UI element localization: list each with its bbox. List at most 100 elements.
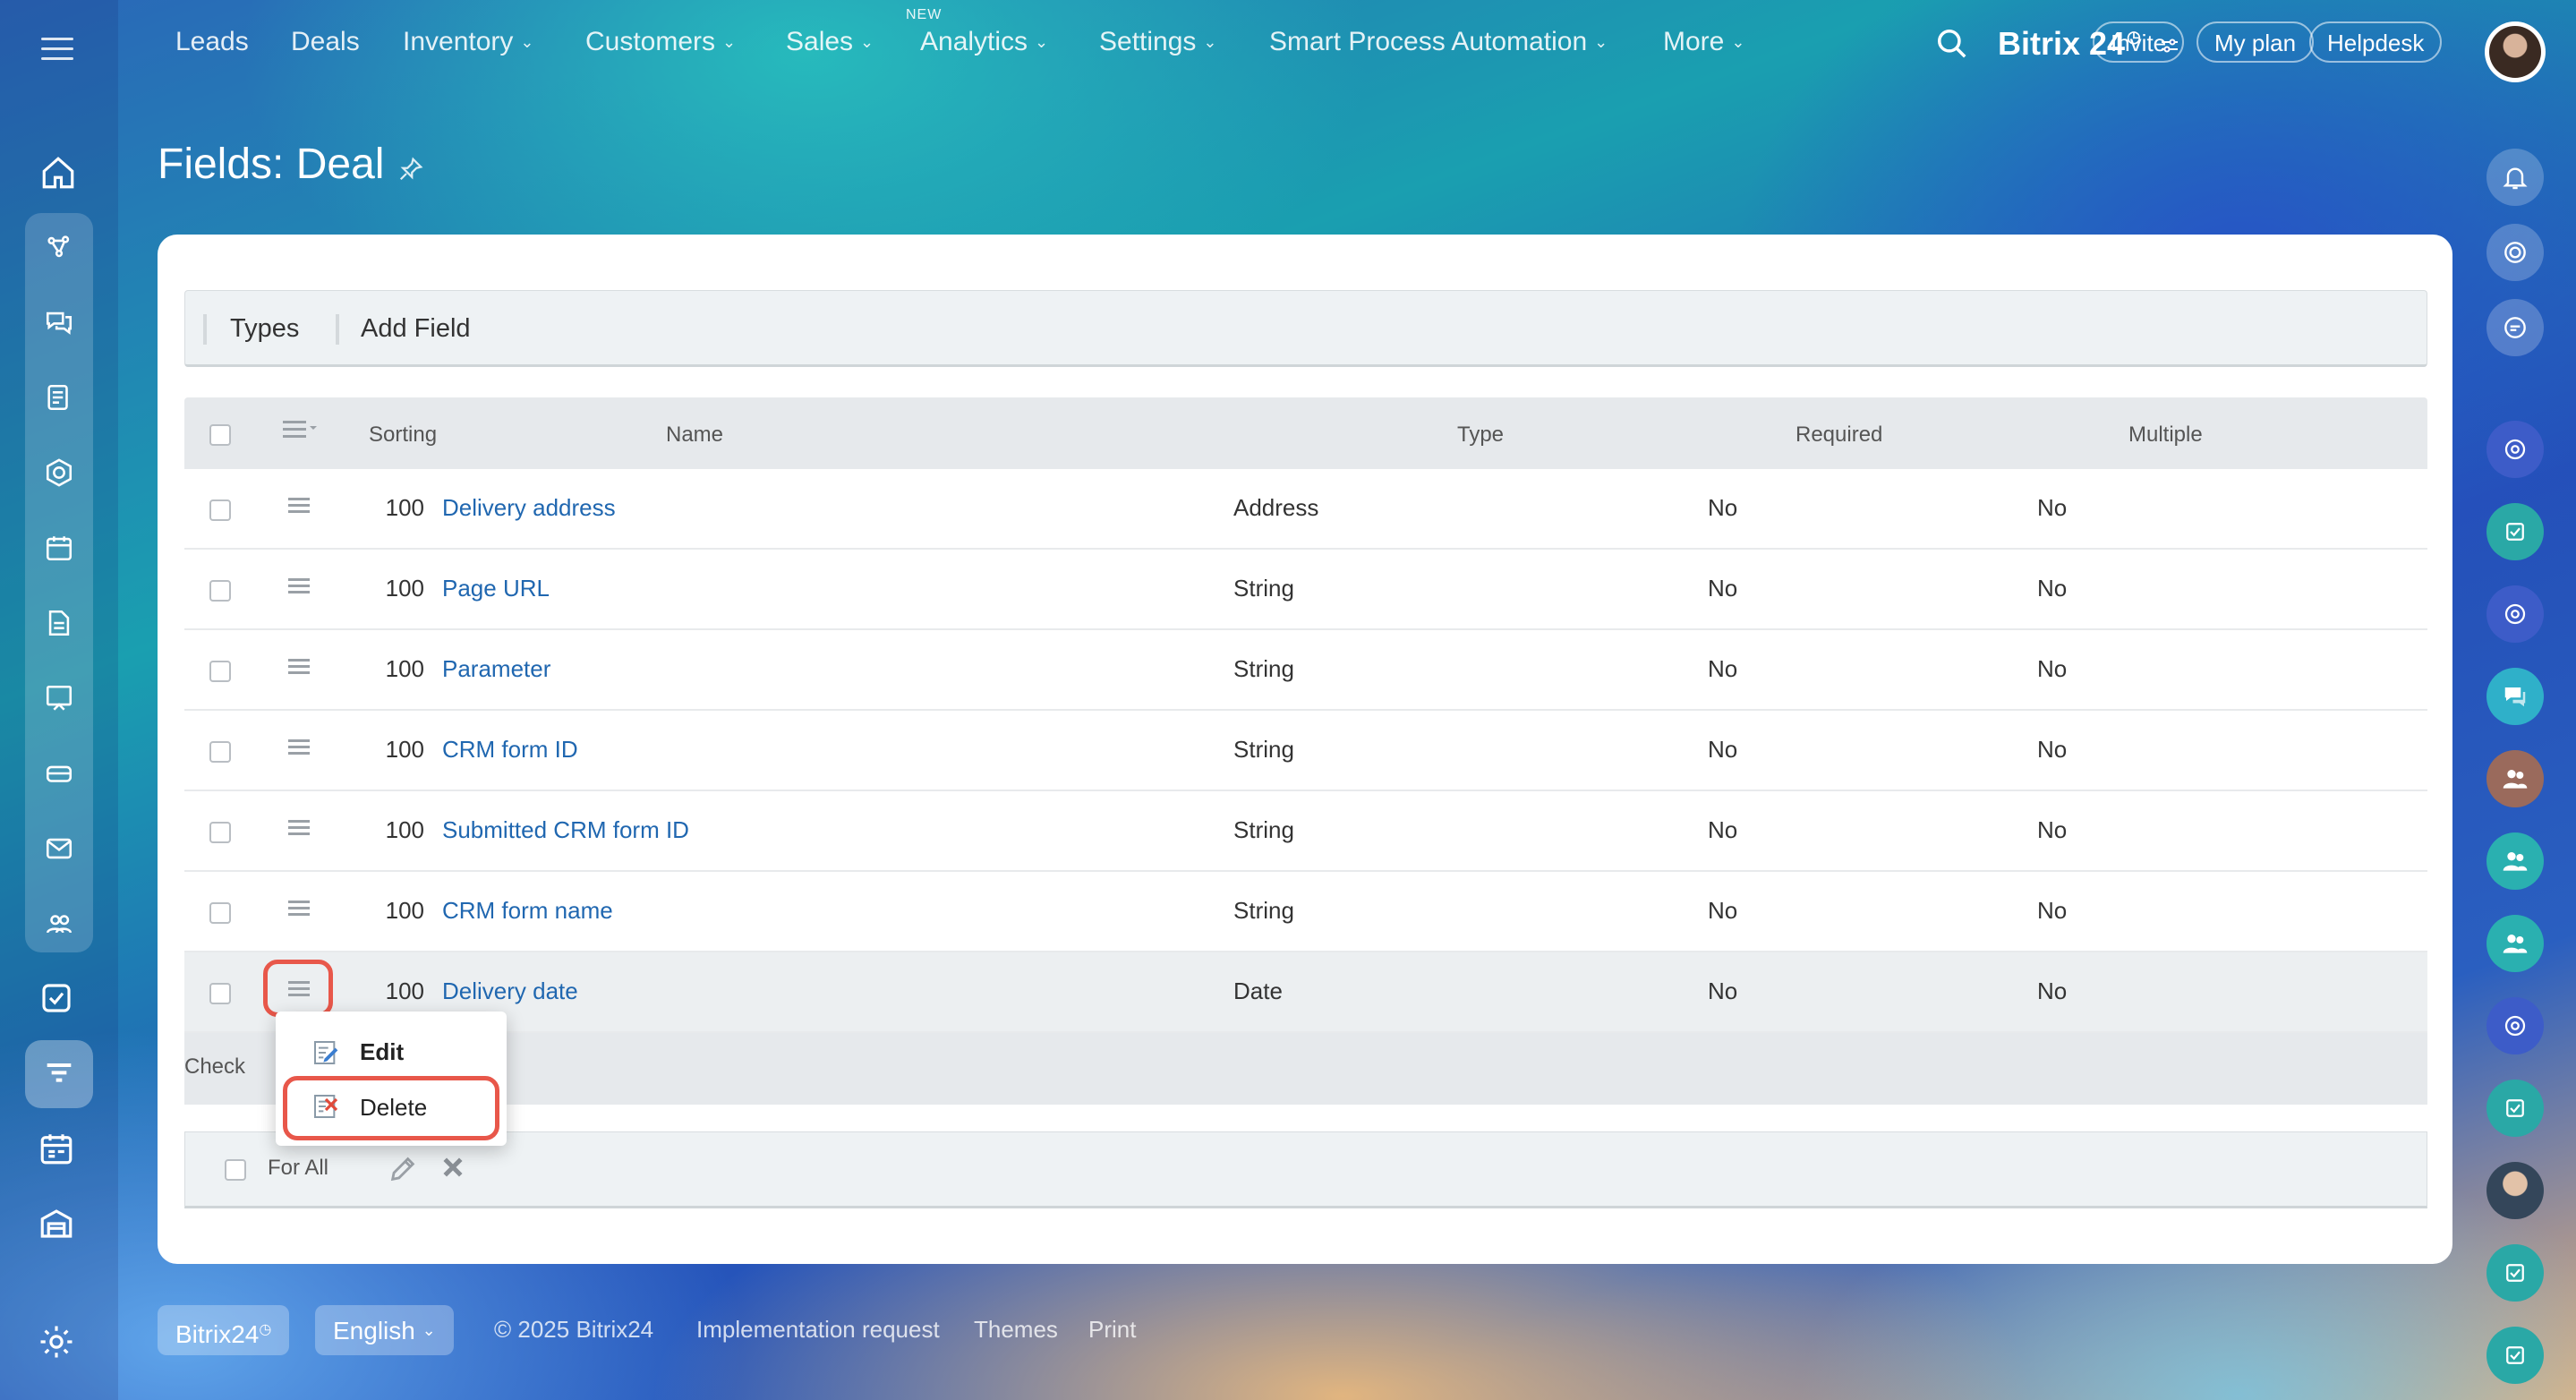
search-chat-icon[interactable] [2486,299,2544,356]
row-checkbox[interactable] [209,580,231,602]
user-avatar[interactable] [2486,1162,2544,1219]
column-header-sorting[interactable]: Sorting [369,423,437,448]
search-icon[interactable] [1935,27,1969,65]
board-icon[interactable] [38,677,81,720]
delete-x-icon[interactable] [439,1154,466,1185]
group-action-bar: For All [184,1131,2427,1208]
language-selector[interactable]: English ⌄ [315,1305,454,1355]
column-header-name[interactable]: Name [666,423,723,448]
cell-name-link[interactable]: Page URL [442,575,550,602]
column-header-required[interactable]: Required [1796,423,1882,448]
column-header-type[interactable]: Type [1457,423,1504,448]
row-actions-icon[interactable] [288,901,310,917]
cell-required: No [1708,897,1738,924]
task-chat-icon[interactable] [2486,1244,2544,1302]
document-icon[interactable] [38,602,81,645]
notifications-bell-icon[interactable] [2486,149,2544,206]
cell-name-link[interactable]: Parameter [442,655,550,683]
group-chat-icon[interactable] [2486,832,2544,890]
pin-icon[interactable] [397,156,424,187]
my-plan-button[interactable]: My plan [2196,21,2315,63]
implementation-request-link[interactable]: Implementation request [696,1316,940,1344]
nav-deals[interactable]: Deals [291,27,360,57]
contacts-icon[interactable] [38,902,81,945]
invite-button[interactable]: Invite [2093,21,2185,63]
feed-icon[interactable] [38,226,81,269]
group-chat-icon[interactable] [2486,915,2544,972]
table-row[interactable]: 100 Delivery address Address No No [184,469,2427,550]
nav-customers[interactable]: Customers ⌄ [585,27,736,57]
nav-inventory[interactable]: Inventory ⌄ [403,27,534,57]
sidebar-app-group [25,213,93,952]
schedule-icon[interactable] [38,1130,75,1172]
row-actions-icon[interactable] [288,578,310,594]
news-icon[interactable] [38,376,81,419]
row-checkbox[interactable] [209,499,231,521]
row-checkbox[interactable] [209,902,231,924]
table-row[interactable]: 100 Submitted CRM form ID String No No [184,791,2427,872]
row-actions-icon[interactable] [288,820,310,836]
nav-smart-process-automation[interactable]: Smart Process Automation ⌄ [1269,27,1608,57]
user-avatar[interactable] [2485,21,2546,82]
copilot-icon[interactable] [2486,224,2544,281]
cell-multiple: No [2037,816,2068,843]
cell-name-link[interactable]: Delivery address [442,494,616,522]
row-checkbox[interactable] [209,822,231,843]
mail-icon[interactable] [38,827,81,870]
footer-brand-button[interactable]: Bitrix24◷ [158,1305,290,1355]
settings-gear-icon[interactable] [38,1323,75,1365]
task-chat-icon[interactable] [2486,1080,2544,1137]
table-row-selected[interactable]: 100 Delivery date Date No No [184,952,2427,1033]
row-actions-icon[interactable] [288,659,310,675]
nav-leads[interactable]: Leads [175,27,249,57]
row-actions-icon[interactable] [288,498,310,514]
drive-icon[interactable] [38,752,81,795]
themes-link[interactable]: Themes [974,1316,1058,1344]
open-channel-icon[interactable] [2486,585,2544,643]
warehouse-icon[interactable] [38,1205,75,1247]
task-chat-icon[interactable] [2486,1327,2544,1384]
row-checkbox[interactable] [209,661,231,682]
table-row[interactable]: 100 Parameter String No No [184,630,2427,711]
nav-sales[interactable]: Sales ⌄ [786,27,874,57]
for-all-label: For All [268,1156,329,1180]
chat-icon[interactable] [38,301,81,344]
cell-name-link[interactable]: CRM form ID [442,736,578,764]
table-row[interactable]: 100 CRM form ID String No No [184,711,2427,791]
types-button[interactable]: Types [230,314,299,344]
calendar-icon[interactable] [38,526,81,569]
select-all-checkbox[interactable] [209,424,231,446]
row-actions-icon[interactable] [288,739,310,755]
table-row[interactable]: 100 Page URL String No No [184,550,2427,630]
row-checkbox[interactable] [209,983,231,1004]
crm-icon[interactable] [25,1040,93,1108]
cell-name-link[interactable]: Delivery date [442,977,578,1005]
pencil-icon[interactable] [388,1154,418,1189]
tasks-icon[interactable] [38,979,75,1021]
add-field-button[interactable]: Add Field [361,314,471,344]
check-bar [184,1033,2427,1105]
general-chat-icon[interactable] [2486,668,2544,725]
nav-analytics[interactable]: Analytics ⌄ [920,27,1048,57]
menu-toggle-icon[interactable] [41,38,73,64]
open-channel-icon[interactable] [2486,997,2544,1054]
home-icon[interactable] [39,154,77,196]
task-chat-icon[interactable] [2486,503,2544,560]
print-link[interactable]: Print [1088,1316,1136,1344]
cell-sorting: 100 [385,655,424,682]
nav-more[interactable]: More ⌄ [1663,27,1744,57]
column-settings-icon[interactable] [283,419,319,447]
cell-name-link[interactable]: Submitted CRM form ID [442,816,689,844]
toolbar-divider [336,314,339,345]
open-channel-icon[interactable] [2486,421,2544,478]
for-all-checkbox[interactable] [225,1159,246,1181]
hexagon-icon[interactable] [38,451,81,494]
table-row[interactable]: 100 CRM form name String No No [184,872,2427,952]
helpdesk-button[interactable]: Helpdesk [2309,21,2443,63]
nav-settings[interactable]: Settings ⌄ [1099,27,1217,57]
row-checkbox[interactable] [209,741,231,763]
group-chat-icon[interactable] [2486,750,2544,807]
cell-name-link[interactable]: CRM form name [442,897,613,925]
column-header-multiple[interactable]: Multiple [2128,423,2203,448]
edit-menu-item[interactable]: Edit [360,1038,404,1066]
